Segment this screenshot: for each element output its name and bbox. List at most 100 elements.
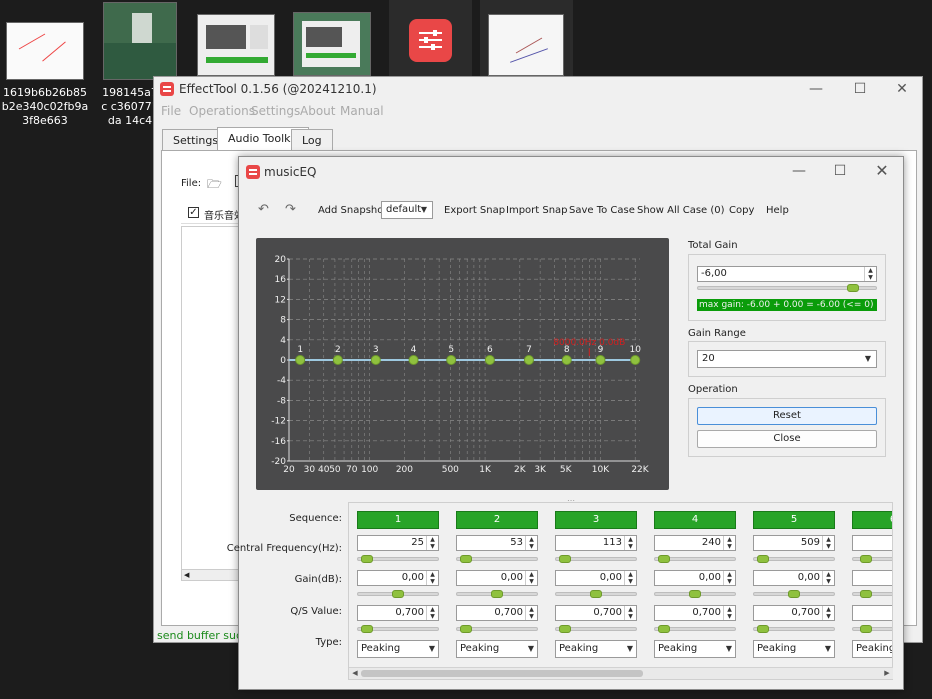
band-frequency-input[interactable]: 509 ▲ ▼ bbox=[753, 535, 835, 551]
band-q-slider[interactable] bbox=[753, 625, 835, 633]
band-q-input[interactable]: 0,700 ▲ ▼ bbox=[555, 605, 637, 621]
folder-open-icon[interactable]: 🗁 bbox=[207, 175, 222, 196]
slider-knob[interactable] bbox=[558, 555, 571, 563]
slider-knob[interactable] bbox=[459, 625, 472, 633]
slider-knob[interactable] bbox=[491, 590, 503, 598]
eq-band-point[interactable] bbox=[332, 355, 343, 365]
band-q-slider[interactable] bbox=[654, 625, 736, 633]
spin-arrows-icon[interactable]: ▲ ▼ bbox=[723, 571, 735, 585]
tab-log[interactable]: Log bbox=[291, 129, 333, 151]
copy-button[interactable]: Copy bbox=[729, 205, 754, 216]
band-q-slider[interactable] bbox=[852, 625, 892, 633]
scroll-left-icon[interactable]: ◀ bbox=[184, 570, 189, 580]
eq-band-point[interactable] bbox=[561, 355, 572, 365]
close-icon[interactable]: ✕ bbox=[882, 77, 922, 101]
desktop-file-3[interactable] bbox=[197, 2, 275, 78]
add-snapshot-button[interactable]: Add Snapshot bbox=[318, 205, 387, 216]
menu-settings[interactable]: Settings bbox=[251, 104, 300, 118]
band-type-select[interactable]: Peaking ▼ bbox=[555, 640, 637, 658]
band-sequence-button[interactable]: 5 bbox=[753, 511, 835, 529]
show-all-case-button[interactable]: Show All Case (0) bbox=[637, 205, 725, 216]
spin-arrows-icon[interactable]: ▲ ▼ bbox=[822, 536, 834, 550]
eq-band-point[interactable] bbox=[446, 355, 457, 365]
slider-knob[interactable] bbox=[360, 625, 373, 633]
band-q-input[interactable]: 0,700 ▲ ▼ bbox=[357, 605, 439, 621]
effect-checkbox[interactable]: ✓ bbox=[188, 207, 199, 218]
band-type-select[interactable]: Peaking ▼ bbox=[456, 640, 538, 658]
import-snap-button[interactable]: Import Snap bbox=[506, 205, 568, 216]
snapshot-select[interactable]: default ▼ bbox=[381, 201, 433, 219]
band-gain-input[interactable]: 0,00 ▲ ▼ bbox=[555, 570, 637, 586]
band-sequence-button[interactable]: 6 bbox=[852, 511, 892, 529]
band-q-slider[interactable] bbox=[555, 625, 637, 633]
slider-knob[interactable] bbox=[859, 590, 872, 598]
close-icon[interactable]: ✕ bbox=[862, 159, 902, 183]
spin-arrows-icon[interactable]: ▲ ▼ bbox=[525, 606, 537, 620]
band-q-input[interactable]: 0,700 ▲ ▼ bbox=[753, 605, 835, 621]
slider-knob[interactable] bbox=[590, 590, 602, 598]
reset-button[interactable]: Reset bbox=[697, 407, 877, 425]
eq-band-point[interactable] bbox=[630, 355, 641, 365]
spin-arrows-icon[interactable]: ▲ ▼ bbox=[624, 536, 636, 550]
band-frequency-slider[interactable] bbox=[555, 555, 637, 563]
band-gain-input[interactable]: 0,00 ▲ ▼ bbox=[357, 570, 439, 586]
eq-band-point[interactable] bbox=[523, 355, 534, 365]
spin-arrows-icon[interactable]: ▲ ▼ bbox=[426, 571, 438, 585]
band-type-select[interactable]: Peaking ▼ bbox=[852, 640, 892, 658]
gain-range-select[interactable]: 20 ▼ bbox=[697, 350, 877, 368]
spin-arrows-icon[interactable]: ▲ ▼ bbox=[723, 606, 735, 620]
band-gain-slider[interactable] bbox=[654, 590, 736, 598]
band-q-input[interactable]: 0,700 ▲ ▼ bbox=[456, 605, 538, 621]
maximize-icon[interactable]: ☐ bbox=[820, 159, 860, 183]
slider-knob[interactable] bbox=[657, 625, 670, 633]
save-to-case-button[interactable]: Save To Case bbox=[569, 205, 635, 216]
band-gain-input[interactable]: ▲▼ bbox=[852, 570, 892, 586]
close-button[interactable]: Close bbox=[697, 430, 877, 448]
spin-arrows-icon[interactable]: ▲ ▼ bbox=[624, 606, 636, 620]
spin-arrows-icon[interactable]: ▲ ▼ bbox=[525, 571, 537, 585]
desktop-file-2[interactable] bbox=[103, 2, 179, 80]
band-gain-slider[interactable] bbox=[852, 590, 892, 598]
band-frequency-slider[interactable] bbox=[357, 555, 439, 563]
band-frequency-input[interactable]: 25 ▲ ▼ bbox=[357, 535, 439, 551]
scroll-left-icon[interactable]: ◀ bbox=[349, 668, 361, 679]
slider-knob[interactable] bbox=[859, 625, 872, 633]
band-q-slider[interactable] bbox=[456, 625, 538, 633]
spin-arrows-icon[interactable]: ▲ ▼ bbox=[864, 267, 876, 281]
effect-list[interactable] bbox=[181, 226, 241, 581]
spin-arrows-icon[interactable]: ▲ ▼ bbox=[723, 536, 735, 550]
spin-arrows-icon[interactable]: ▲ ▼ bbox=[822, 571, 834, 585]
band-sequence-button[interactable]: 1 bbox=[357, 511, 439, 529]
slider-knob[interactable] bbox=[756, 625, 769, 633]
menu-file[interactable]: File bbox=[161, 104, 181, 118]
slider-knob[interactable] bbox=[657, 555, 670, 563]
desktop-file-4[interactable] bbox=[293, 2, 371, 78]
band-gain-slider[interactable] bbox=[753, 590, 835, 598]
band-gain-slider[interactable] bbox=[357, 590, 439, 598]
band-frequency-slider[interactable] bbox=[456, 555, 538, 563]
slider-knob[interactable] bbox=[459, 555, 472, 563]
band-frequency-input[interactable]: 53 ▲ ▼ bbox=[456, 535, 538, 551]
slider-knob[interactable] bbox=[859, 555, 872, 563]
export-snap-button[interactable]: Export Snap bbox=[444, 205, 505, 216]
desktop-app-eq[interactable] bbox=[389, 0, 472, 78]
slider-knob[interactable] bbox=[392, 590, 404, 598]
eq-band-point[interactable] bbox=[295, 355, 306, 365]
eq-band-point[interactable] bbox=[484, 355, 495, 365]
eq-chart[interactable]: 201612840-4-8-12-16-2020 30 40 50 70 100 200 50… bbox=[256, 238, 669, 490]
band-q-input[interactable]: ▲▼ bbox=[852, 605, 892, 621]
redo-icon[interactable]: ↷ bbox=[285, 202, 296, 217]
menu-manual[interactable]: Manual bbox=[340, 104, 384, 118]
band-grid-scrollbar[interactable]: ◀ ▶ bbox=[349, 667, 893, 679]
eq-band-point[interactable] bbox=[408, 355, 419, 365]
band-sequence-button[interactable]: 3 bbox=[555, 511, 637, 529]
band-q-slider[interactable] bbox=[357, 625, 439, 633]
band-frequency-input[interactable]: 113 ▲ ▼ bbox=[555, 535, 637, 551]
slider-knob[interactable] bbox=[689, 590, 701, 598]
band-type-select[interactable]: Peaking ▼ bbox=[654, 640, 736, 658]
band-gain-input[interactable]: 0,00 ▲ ▼ bbox=[456, 570, 538, 586]
menu-about[interactable]: About bbox=[300, 104, 335, 118]
total-gain-input[interactable]: -6,00 ▲ ▼ bbox=[697, 266, 877, 282]
slider-knob[interactable] bbox=[756, 555, 769, 563]
band-sequence-button[interactable]: 2 bbox=[456, 511, 538, 529]
